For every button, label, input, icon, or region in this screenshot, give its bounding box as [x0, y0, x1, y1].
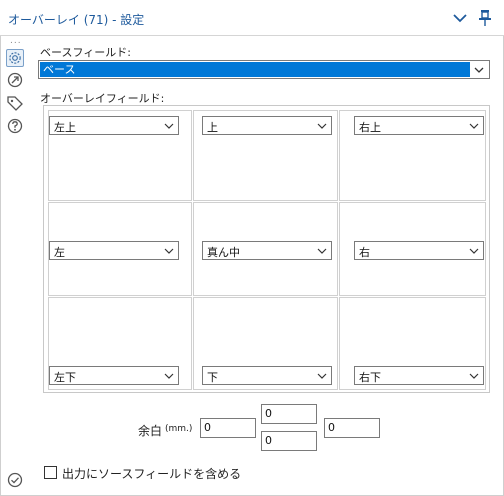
check-circle-icon[interactable]: [6, 471, 24, 489]
margin-left-input[interactable]: 0: [200, 418, 256, 438]
tag-icon[interactable]: [6, 94, 24, 112]
center-field-select[interactable]: 真ん中: [202, 241, 332, 260]
include-source-checkbox[interactable]: [44, 466, 57, 479]
base-field-select[interactable]: ベース: [38, 60, 490, 79]
margin-right-input[interactable]: 0: [324, 418, 380, 438]
chevron-down-icon: [469, 248, 479, 254]
chevron-down-icon: [317, 248, 327, 254]
base-field-label: ベースフィールド:: [40, 46, 131, 59]
margin-label: 余白: [138, 424, 163, 438]
bottom-left-field-select[interactable]: 左下: [49, 366, 179, 385]
bottom-field-select[interactable]: 下: [202, 366, 332, 385]
top-field-select[interactable]: 上: [202, 116, 332, 135]
gear-icon[interactable]: [6, 49, 24, 67]
bottom-field-value: 下: [207, 371, 218, 384]
window-title: オーバーレイ (71) - 設定: [8, 13, 145, 27]
chevron-down-icon[interactable]: [451, 8, 469, 28]
top-right-field-select[interactable]: 右上: [354, 116, 484, 135]
left-field-value: 左: [54, 246, 65, 259]
chevron-down-icon: [317, 123, 327, 129]
chevron-down-icon: [474, 67, 484, 73]
chevron-down-icon: [317, 373, 327, 379]
chevron-down-icon: [469, 123, 479, 129]
bottom-left-field-value: 左下: [54, 371, 76, 384]
bottom-right-field-select[interactable]: 右下: [354, 366, 484, 385]
help-icon[interactable]: [6, 117, 24, 135]
include-source-label: 出力にソースフィールドを含める: [62, 467, 242, 481]
chevron-down-icon: [164, 373, 174, 379]
margin-top-input[interactable]: 0: [261, 404, 317, 424]
chevron-down-icon: [469, 373, 479, 379]
top-right-field-value: 右上: [359, 121, 381, 134]
title-bar: オーバーレイ (71) - 設定: [0, 0, 504, 36]
margin-unit-label: (mm.): [165, 424, 193, 434]
right-field-value: 右: [359, 246, 370, 259]
bottom-right-field-value: 右下: [359, 371, 381, 384]
left-field-select[interactable]: 左: [49, 241, 179, 260]
overlay-field-label: オーバーレイフィールド:: [40, 92, 165, 105]
sidebar-handle[interactable]: ...: [10, 36, 22, 46]
connection-icon[interactable]: [6, 71, 24, 89]
top-left-field-value: 左上: [54, 121, 76, 134]
base-field-value: ベース: [40, 62, 470, 77]
center-field-value: 真ん中: [207, 246, 240, 259]
margin-bottom-input[interactable]: 0: [261, 431, 317, 451]
top-field-value: 上: [207, 121, 218, 134]
pin-icon[interactable]: [476, 8, 494, 28]
top-left-field-select[interactable]: 左上: [49, 116, 179, 135]
chevron-down-icon: [164, 248, 174, 254]
chevron-down-icon: [164, 123, 174, 129]
right-field-select[interactable]: 右: [354, 241, 484, 260]
